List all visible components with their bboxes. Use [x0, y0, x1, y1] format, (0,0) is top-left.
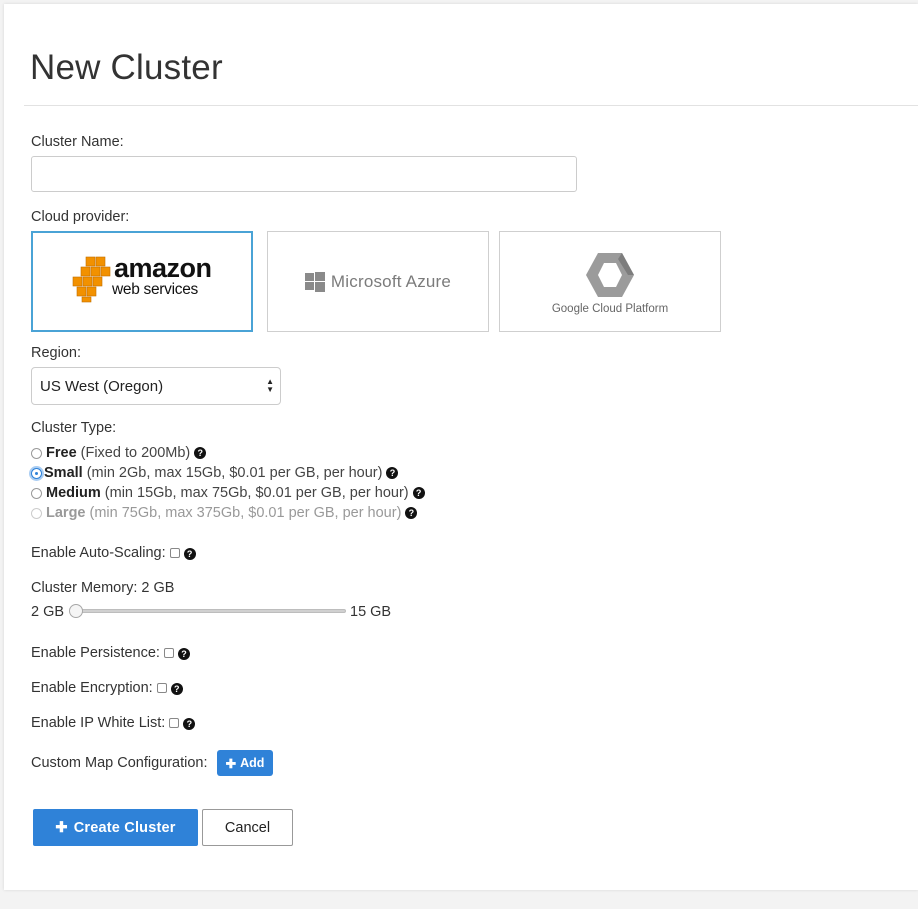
help-icon[interactable]: ? [412, 487, 425, 499]
region-label: Region: [31, 345, 81, 361]
cluster-name-input[interactable] [31, 156, 577, 192]
auto-scaling-checkbox[interactable] [169, 548, 180, 558]
select-arrows-icon: ▲ ▼ [266, 377, 274, 394]
cluster-type-option-small[interactable]: Small (min 2Gb, max 15Gb, $0.01 per GB, … [31, 465, 399, 481]
cluster-type-label: Cluster Type: [31, 420, 117, 436]
page-title: New Cluster [30, 48, 223, 87]
cluster-type-option-free[interactable]: Free (Fixed to 200Mb) ? [31, 445, 207, 461]
cluster-type-detail: (min 15Gb, max 75Gb, $0.01 per GB, per h… [104, 485, 409, 501]
title-divider [24, 105, 918, 106]
cluster-type-detail: (min 2Gb, max 15Gb, $0.01 per GB, per ho… [86, 465, 383, 481]
cluster-type-detail: (Fixed to 200Mb) [80, 445, 191, 461]
provider-option-azure[interactable]: Microsoft Azure [267, 231, 489, 332]
help-icon[interactable]: ? [170, 683, 183, 695]
help-icon[interactable]: ? [386, 467, 399, 479]
custom-map-label: Custom Map Configuration: [31, 755, 208, 771]
help-icon[interactable]: ? [183, 718, 196, 730]
add-button-label: Add [240, 756, 265, 770]
slider-min-label: 2 GB [31, 604, 65, 620]
region-select-value: US West (Oregon) [40, 377, 164, 395]
help-icon[interactable]: ? [405, 507, 418, 519]
slider-max-label: 15 GB [350, 604, 392, 620]
radio-large [31, 507, 42, 519]
aws-word-webservices: web services [112, 280, 198, 298]
radio-free[interactable] [31, 447, 42, 459]
encryption-label: Enable Encryption: [31, 680, 153, 696]
cluster-type-option-medium[interactable]: Medium (min 15Gb, max 75Gb, $0.01 per GB… [31, 485, 425, 501]
windows-logo-icon [304, 271, 325, 292]
aws-logo: amazon web services [72, 252, 212, 309]
cluster-memory-value: 2 GB [141, 580, 175, 596]
persistence-label: Enable Persistence: [31, 645, 160, 661]
help-icon[interactable]: ? [194, 447, 207, 459]
auto-scaling-row: Enable Auto-Scaling:? [31, 545, 196, 561]
provider-option-gcp[interactable]: Google Cloud Platform [499, 231, 721, 332]
cluster-type-name: Free [46, 445, 77, 461]
provider-option-aws[interactable]: amazon web services [31, 231, 253, 332]
encryption-row: Enable Encryption:? [31, 680, 183, 696]
azure-label: Microsoft Azure [330, 271, 452, 291]
ip-white-list-checkbox[interactable] [169, 718, 180, 728]
persistence-checkbox[interactable] [163, 648, 174, 658]
persistence-row: Enable Persistence:? [31, 645, 190, 661]
cluster-name-label: Cluster Name: [31, 134, 124, 150]
memory-slider-thumb[interactable] [69, 604, 83, 618]
cluster-memory-row: Cluster Memory: 2 GB [31, 580, 174, 596]
cluster-type-name: Large [46, 505, 86, 521]
ip-white-list-label: Enable IP White List: [31, 715, 166, 731]
gcp-hexagon-icon [586, 252, 634, 297]
help-icon[interactable]: ? [177, 648, 190, 660]
cluster-type-name: Medium [46, 485, 101, 501]
cluster-memory-label: Cluster Memory: [31, 580, 138, 596]
help-icon[interactable]: ? [183, 548, 196, 560]
radio-medium[interactable] [31, 487, 42, 499]
cluster-type-detail: (min 75Gb, max 375Gb, $0.01 per GB, per … [89, 505, 402, 521]
auto-scaling-label: Enable Auto-Scaling: [31, 545, 166, 561]
gcp-label: Google Cloud Platform [551, 302, 669, 315]
aws-word-amazon: amazon [114, 252, 212, 283]
ip-white-list-row: Enable IP White List:? [31, 715, 196, 731]
cluster-type-option-large: Large (min 75Gb, max 375Gb, $0.01 per GB… [31, 505, 418, 521]
region-select[interactable]: US West (Oregon) ▲ ▼ [31, 367, 281, 405]
new-cluster-panel: New Cluster Cluster Name: Cloud provider… [4, 4, 918, 890]
cloud-provider-label: Cloud provider: [31, 209, 130, 225]
cluster-type-name: Small [44, 465, 83, 481]
plus-icon: ✚ [55, 819, 68, 836]
radio-small[interactable] [31, 467, 42, 479]
plus-icon: ✚ [225, 756, 237, 771]
cancel-button[interactable]: Cancel [202, 809, 293, 846]
create-button-label: Create Cluster [73, 819, 176, 836]
add-map-config-button[interactable]: ✚ Add [217, 750, 273, 776]
create-cluster-button[interactable]: ✚ Create Cluster [33, 809, 198, 846]
memory-slider-track[interactable] [76, 609, 346, 613]
aws-cubes-icon [72, 256, 111, 302]
encryption-checkbox[interactable] [156, 683, 167, 693]
